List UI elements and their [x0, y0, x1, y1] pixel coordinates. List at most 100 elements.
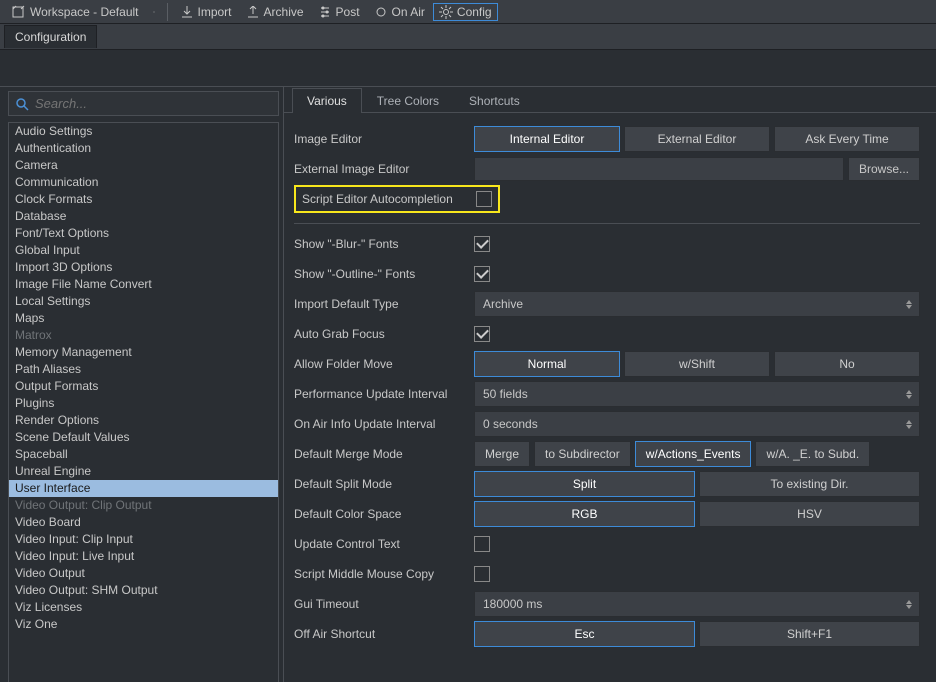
- sidebar-item[interactable]: Video Input: Live Input: [9, 548, 278, 565]
- sidebar-item[interactable]: Viz One: [9, 616, 278, 633]
- option-button[interactable]: Split: [474, 471, 695, 497]
- sidebar-item[interactable]: Maps: [9, 310, 278, 327]
- sidebar-item[interactable]: Video Output: SHM Output: [9, 582, 278, 599]
- sidebar-item[interactable]: Audio Settings: [9, 123, 278, 140]
- checkbox-show-outline[interactable]: [474, 266, 490, 282]
- top-toolbar: Workspace - Default Import Archive Post …: [0, 0, 936, 24]
- sidebar-item[interactable]: Spaceball: [9, 446, 278, 463]
- row-auto-grab: Auto Grab Focus: [294, 320, 920, 348]
- sidebar-item[interactable]: Image File Name Convert: [9, 276, 278, 293]
- option-button[interactable]: No: [774, 351, 920, 377]
- label-gui-timeout: Gui Timeout: [294, 597, 474, 611]
- sidebar-item[interactable]: Import 3D Options: [9, 259, 278, 276]
- search-icon: [15, 97, 29, 111]
- option-button[interactable]: w/Shift: [624, 351, 770, 377]
- sidebar-item[interactable]: Communication: [9, 174, 278, 191]
- tab-various[interactable]: Various: [292, 88, 362, 113]
- sidebar-item[interactable]: Camera: [9, 157, 278, 174]
- row-perf-update: Performance Update Interval 50 fields: [294, 380, 920, 408]
- sidebar-item[interactable]: Authentication: [9, 140, 278, 157]
- option-button[interactable]: Merge: [474, 441, 530, 467]
- main-split: Audio SettingsAuthenticationCameraCommun…: [0, 86, 936, 682]
- option-button[interactable]: External Editor: [624, 126, 770, 152]
- row-update-ctrl: Update Control Text: [294, 530, 920, 558]
- row-folder-move: Allow Folder Move Normalw/ShiftNo: [294, 350, 920, 378]
- opt-offair: EscShift+F1: [474, 621, 920, 647]
- option-button[interactable]: Normal: [474, 351, 620, 377]
- sidebar-item[interactable]: Clock Formats: [9, 191, 278, 208]
- divider: [294, 223, 920, 224]
- label-folder-move: Allow Folder Move: [294, 357, 474, 371]
- sidebar-item[interactable]: Global Input: [9, 242, 278, 259]
- label-update-ctrl: Update Control Text: [294, 537, 474, 551]
- config-label: Config: [457, 5, 492, 19]
- option-button[interactable]: Shift+F1: [699, 621, 920, 647]
- opt-merge-mode: Mergeto Subdirectorw/Actions_Eventsw/A. …: [474, 441, 920, 467]
- select-onair-update[interactable]: 0 seconds: [474, 411, 920, 437]
- select-import-default[interactable]: Archive: [474, 291, 920, 317]
- import-button[interactable]: Import: [174, 3, 238, 21]
- checkbox-update-ctrl[interactable]: [474, 536, 490, 552]
- option-button[interactable]: Ask Every Time: [774, 126, 920, 152]
- sidebar-item[interactable]: Video Input: Clip Input: [9, 531, 278, 548]
- second-toolbar: Configuration: [0, 24, 936, 50]
- browse-button[interactable]: Browse...: [848, 157, 920, 181]
- sidebar-item[interactable]: Video Output: [9, 565, 278, 582]
- select-gui-timeout-value: 180000 ms: [483, 597, 542, 611]
- option-button[interactable]: To existing Dir.: [699, 471, 920, 497]
- sidebar-item[interactable]: Plugins: [9, 395, 278, 412]
- workspace-menu[interactable]: Workspace - Default: [6, 3, 145, 21]
- option-button[interactable]: w/A. _E. to Subd.: [755, 441, 870, 467]
- settings-tabs: Various Tree Colors Shortcuts: [284, 87, 936, 113]
- sidebar-item[interactable]: Local Settings: [9, 293, 278, 310]
- option-button[interactable]: w/Actions_Events: [635, 441, 752, 467]
- checkbox-show-blur[interactable]: [474, 236, 490, 252]
- label-split-mode: Default Split Mode: [294, 477, 474, 491]
- sidebar-item[interactable]: Matrox: [9, 327, 278, 344]
- option-button[interactable]: HSV: [699, 501, 920, 527]
- sidebar-item[interactable]: Output Formats: [9, 378, 278, 395]
- gear-icon[interactable]: [147, 5, 161, 19]
- sidebar-item[interactable]: Database: [9, 208, 278, 225]
- checkbox-auto-grab[interactable]: [474, 326, 490, 342]
- sidebar-item[interactable]: User Interface: [9, 480, 278, 497]
- checkbox-script-middle[interactable]: [474, 566, 490, 582]
- sidebar-item[interactable]: Font/Text Options: [9, 225, 278, 242]
- spinner-arrows-icon: [903, 594, 915, 614]
- row-onair-update: On Air Info Update Interval 0 seconds: [294, 410, 920, 438]
- config-button[interactable]: Config: [433, 3, 498, 21]
- toolbar-separator: [167, 3, 168, 21]
- sidebar-item[interactable]: Viz Licenses: [9, 599, 278, 616]
- archive-button[interactable]: Archive: [240, 3, 310, 21]
- option-button[interactable]: Esc: [474, 621, 695, 647]
- sidebar-item[interactable]: Unreal Engine: [9, 463, 278, 480]
- sidebar-item[interactable]: Memory Management: [9, 344, 278, 361]
- search-box[interactable]: [8, 91, 279, 116]
- option-button[interactable]: RGB: [474, 501, 695, 527]
- option-button[interactable]: to Subdirector: [534, 441, 631, 467]
- option-button[interactable]: Internal Editor: [474, 126, 620, 152]
- sidebar-item[interactable]: Render Options: [9, 412, 278, 429]
- sidebar-item[interactable]: Video Output: Clip Output: [9, 497, 278, 514]
- select-gui-timeout[interactable]: 180000 ms: [474, 591, 920, 617]
- select-onair-update-value: 0 seconds: [483, 417, 538, 431]
- row-ext-editor: External Image Editor Browse...: [294, 155, 920, 183]
- spinner-arrows-icon: [903, 294, 915, 314]
- ext-editor-field[interactable]: [474, 157, 844, 181]
- config-icon: [439, 5, 453, 19]
- configuration-tab[interactable]: Configuration: [4, 25, 97, 48]
- import-icon: [180, 5, 194, 19]
- sidebar-item[interactable]: Scene Default Values: [9, 429, 278, 446]
- checkbox-script-auto[interactable]: [476, 191, 492, 207]
- spinner-arrows-icon: [903, 384, 915, 404]
- tab-tree-colors[interactable]: Tree Colors: [362, 88, 454, 113]
- onair-button[interactable]: On Air: [368, 3, 431, 21]
- row-show-outline: Show "-Outline-" Fonts: [294, 260, 920, 288]
- sidebar-item[interactable]: Video Board: [9, 514, 278, 531]
- workspace-icon: [12, 5, 26, 19]
- select-perf-update[interactable]: 50 fields: [474, 381, 920, 407]
- post-button[interactable]: Post: [312, 3, 366, 21]
- search-input[interactable]: [35, 96, 272, 111]
- tab-shortcuts[interactable]: Shortcuts: [454, 88, 535, 113]
- sidebar-item[interactable]: Path Aliases: [9, 361, 278, 378]
